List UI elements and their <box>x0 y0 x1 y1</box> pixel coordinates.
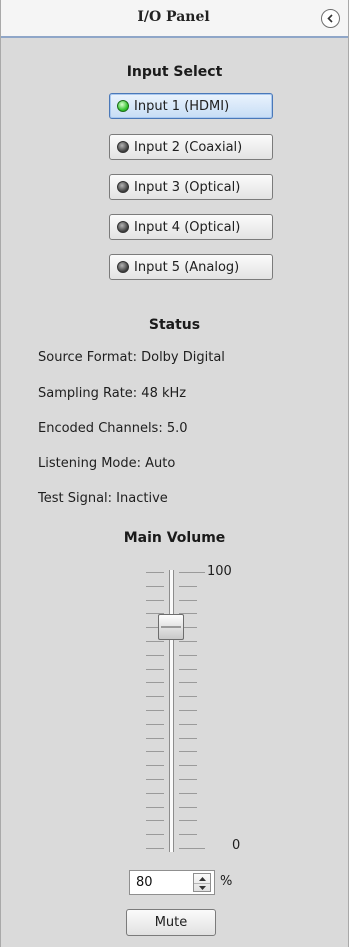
panel-header: I/O Panel <box>1 0 348 38</box>
slider-tick <box>179 669 197 670</box>
slider-tick <box>179 655 197 656</box>
volume-slider[interactable]: 100 0 <box>121 560 261 860</box>
slider-tick <box>179 586 197 587</box>
slider-tick <box>179 600 197 601</box>
spin-down-button[interactable] <box>194 883 210 892</box>
collapse-button[interactable] <box>321 9 340 28</box>
slider-tick <box>179 765 197 766</box>
io-panel: I/O Panel Input Select Input 1 (HDMI) In… <box>0 0 349 947</box>
slider-tick <box>179 710 197 711</box>
slider-tick <box>179 641 197 642</box>
input-2-button[interactable]: Input 2 (Coaxial) <box>109 134 273 160</box>
volume-stepper[interactable]: 80 <box>129 870 215 895</box>
slider-tick <box>146 738 164 739</box>
input-5-led-icon <box>117 261 129 273</box>
slider-tick <box>179 779 197 780</box>
slider-tick <box>146 669 164 670</box>
input-select-title: Input Select <box>126 64 223 80</box>
slider-tick <box>179 807 197 808</box>
slider-tick <box>146 779 164 780</box>
slider-tick <box>146 820 164 821</box>
slider-tick <box>179 820 197 821</box>
slider-tick <box>146 586 164 587</box>
caret-up-icon <box>198 876 206 881</box>
input-5-button[interactable]: Input 5 (Analog) <box>109 254 273 280</box>
main-volume-title: Main Volume <box>123 530 226 546</box>
slider-tick <box>146 682 164 683</box>
slider-tick <box>146 655 164 656</box>
input-3-button[interactable]: Input 3 (Optical) <box>109 174 273 200</box>
input-5-label: Input 5 (Analog) <box>134 259 240 275</box>
volume-spin-buttons <box>193 873 211 892</box>
slider-tick <box>179 751 197 752</box>
slider-tick <box>179 834 197 835</box>
slider-thumb[interactable] <box>158 614 184 640</box>
status-encoded-channels: Encoded Channels: 5.0 <box>38 421 188 436</box>
input-2-led-icon <box>117 141 129 153</box>
slider-tick <box>146 724 164 725</box>
panel-title: I/O Panel <box>137 9 210 25</box>
status-test-signal: Test Signal: Inactive <box>38 491 168 506</box>
slider-tick <box>146 765 164 766</box>
status-source-format: Source Format: Dolby Digital <box>38 350 225 365</box>
slider-track <box>169 570 174 852</box>
input-4-button[interactable]: Input 4 (Optical) <box>109 214 273 240</box>
volume-max-label: 100 <box>207 564 232 579</box>
slider-tick <box>146 710 164 711</box>
mute-button[interactable]: Mute <box>126 909 216 936</box>
status-title: Status <box>148 317 201 333</box>
slider-tick <box>146 807 164 808</box>
slider-tick <box>179 793 197 794</box>
input-1-led-icon <box>117 100 129 112</box>
slider-tick <box>179 724 197 725</box>
slider-tick <box>146 793 164 794</box>
input-1-label: Input 1 (HDMI) <box>134 98 230 114</box>
status-sampling-rate: Sampling Rate: 48 kHz <box>38 386 187 401</box>
volume-value[interactable]: 80 <box>136 875 153 890</box>
slider-tick <box>179 572 205 573</box>
slider-tick <box>179 682 197 683</box>
input-2-label: Input 2 (Coaxial) <box>134 139 243 155</box>
slider-tick <box>146 834 164 835</box>
chevron-left-icon <box>327 14 333 23</box>
input-4-led-icon <box>117 221 129 233</box>
volume-unit-label: % <box>220 874 233 889</box>
caret-down-icon <box>198 885 206 890</box>
slider-tick <box>179 738 197 739</box>
slider-tick <box>146 641 164 642</box>
input-1-button[interactable]: Input 1 (HDMI) <box>109 93 273 119</box>
slider-tick <box>146 696 164 697</box>
slider-tick <box>146 848 164 849</box>
slider-tick <box>146 600 164 601</box>
input-4-label: Input 4 (Optical) <box>134 219 241 235</box>
input-3-label: Input 3 (Optical) <box>134 179 241 195</box>
slider-tick <box>146 572 164 573</box>
volume-min-label: 0 <box>232 838 241 853</box>
slider-tick <box>146 751 164 752</box>
slider-tick <box>179 848 205 849</box>
input-3-led-icon <box>117 181 129 193</box>
slider-tick <box>179 696 197 697</box>
status-listening-mode: Listening Mode: Auto <box>38 456 176 471</box>
